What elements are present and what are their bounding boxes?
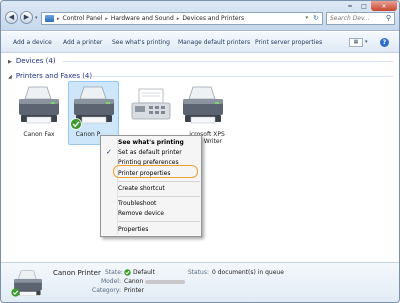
menu-separator	[118, 221, 200, 222]
chevron-right-icon[interactable]: ▸	[177, 16, 180, 22]
print-server-properties-button[interactable]: Print server properties	[255, 39, 322, 46]
view-options-dropdown-icon[interactable]: ▾	[365, 39, 368, 45]
group-devices-header[interactable]: ▶ Devices (4)	[8, 57, 56, 65]
menu-item-create-shortcut[interactable]: Create shortcut	[118, 185, 165, 192]
device-canon-printer[interactable]: Canon P	[70, 83, 118, 138]
devices-and-printers-window: ◀ ▶ ▾ ▸ Control Panel ▸ Hardware and Sou…	[0, 0, 400, 303]
address-bar[interactable]: ▸ Control Panel ▸ Hardware and Sound ▸ D…	[41, 12, 323, 25]
state-label: State:	[105, 269, 123, 276]
help-icon[interactable]: ?	[380, 38, 389, 47]
menu-item-remove-device[interactable]: Remove device	[118, 210, 164, 217]
breadcrumb-hardware-and-sound[interactable]: Hardware and Sound	[111, 15, 174, 22]
fax-icon	[131, 88, 171, 120]
group-divider	[63, 61, 393, 62]
breadcrumb-devices-and-printers[interactable]: Devices and Printers	[182, 15, 244, 22]
menu-item-troubleshoot[interactable]: Troubleshoot	[118, 200, 156, 207]
menu-item-set-default-printer[interactable]: Set as default printer	[118, 149, 182, 156]
breadcrumb-control-panel[interactable]: Control Panel	[63, 15, 103, 22]
device-fax[interactable]	[127, 83, 175, 131]
group-devices-label: Devices (4)	[15, 57, 56, 65]
group-printers-label: Printers and Faxes (4)	[15, 72, 93, 80]
default-check-icon	[11, 288, 20, 297]
model-value-text: Canon	[124, 278, 144, 285]
minimize-button[interactable]: ━	[343, 1, 357, 11]
details-device-name: Canon Printer	[53, 269, 101, 277]
add-printer-button[interactable]: Add a printer	[63, 39, 102, 46]
category-label: Category:	[92, 287, 121, 294]
device-microsoft-xps-document-writer[interactable]: icrosoft XPS ent Writer	[179, 83, 227, 145]
search-input[interactable]: Search Dev... ⚲	[326, 12, 395, 25]
checkmark-icon: ✓	[106, 148, 112, 156]
details-pane: Canon Printer State: Default Status: 0 d…	[1, 262, 399, 302]
group-divider	[93, 76, 393, 77]
add-device-button[interactable]: Add a device	[13, 39, 52, 46]
menu-item-see-whats-printing[interactable]: See what's printing	[118, 139, 184, 146]
back-button[interactable]: ◀	[5, 11, 18, 24]
printer-icon	[19, 86, 59, 124]
status-label: Status:	[187, 269, 209, 276]
group-printers-header[interactable]: ◢ Printers and Faxes (4)	[8, 72, 92, 80]
close-button[interactable]: ✕	[371, 1, 397, 11]
menu-item-properties[interactable]: Properties	[118, 226, 148, 233]
search-icon[interactable]: ⚲	[386, 13, 391, 24]
device-canon-fax[interactable]: Canon Fax	[15, 83, 63, 138]
maximize-button[interactable]: □	[357, 1, 371, 11]
category-value: Printer	[124, 287, 144, 294]
redacted-model-text	[145, 279, 186, 284]
see-whats-printing-button[interactable]: See what's printing	[112, 39, 170, 46]
context-menu: See what's printing ✓ Set as default pri…	[100, 135, 202, 237]
state-value: Default	[133, 269, 155, 276]
refresh-icon[interactable]: ↻	[313, 14, 319, 22]
chevron-right-icon[interactable]: ▸	[105, 16, 108, 22]
command-bar: Add a device Add a printer See what's pr…	[1, 32, 399, 53]
forward-button[interactable]: ▶	[20, 11, 33, 24]
recent-pages-dropdown[interactable]: ▾	[35, 15, 38, 21]
address-dropdown-icon[interactable]: ▾	[305, 15, 308, 21]
status-value: 0 document(s) in queue	[212, 269, 284, 276]
title-bar: ◀ ▶ ▾ ▸ Control Panel ▸ Hardware and Sou…	[1, 1, 399, 31]
change-view-icon[interactable]: ▦	[349, 38, 363, 47]
device-label: Canon Fax	[23, 131, 55, 138]
menu-separator	[118, 181, 200, 182]
control-panel-icon	[45, 15, 54, 22]
model-label: Model:	[100, 278, 121, 285]
printer-icon	[183, 86, 223, 124]
model-value: Canon	[124, 278, 186, 285]
default-check-icon	[124, 269, 131, 276]
chevron-right-icon[interactable]: ▸	[57, 16, 60, 22]
printer-properties-highlight-ring	[113, 165, 198, 178]
expand-arrow-icon[interactable]: ▶	[8, 59, 12, 65]
menu-separator	[118, 196, 200, 197]
search-placeholder: Search Dev...	[330, 15, 370, 22]
default-check-icon	[70, 118, 82, 130]
manage-default-printers-button[interactable]: Manage default printers	[178, 39, 250, 46]
collapse-arrow-icon[interactable]: ◢	[8, 74, 12, 80]
